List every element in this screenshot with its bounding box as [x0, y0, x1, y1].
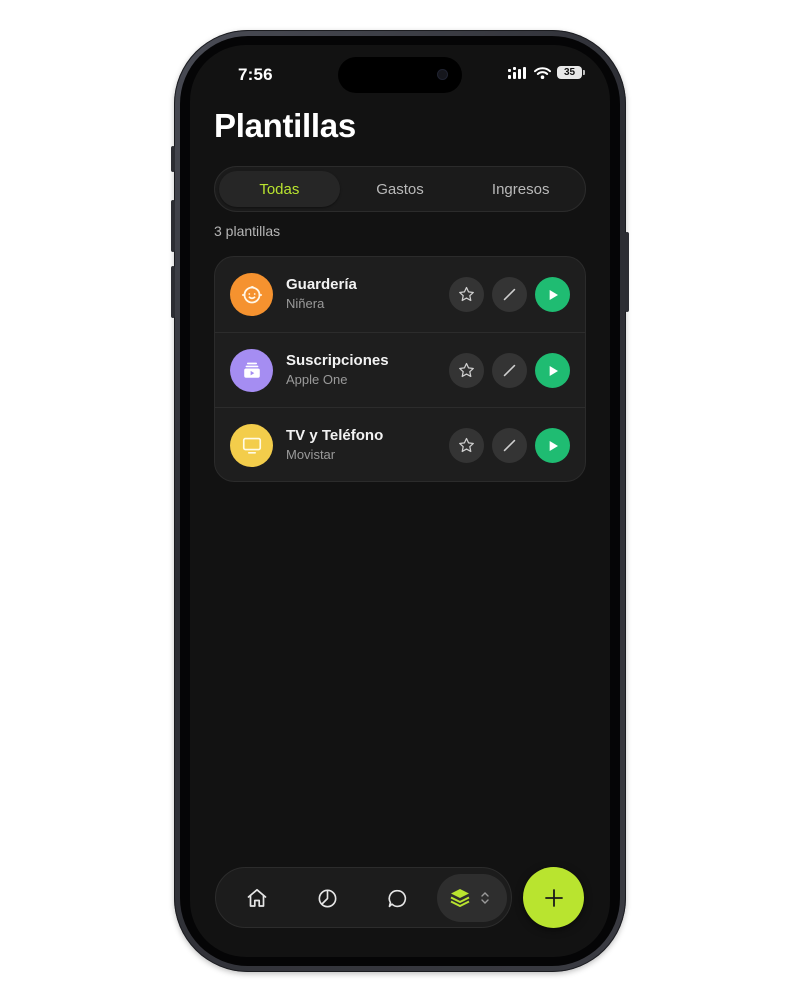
pencil-icon	[503, 439, 516, 452]
chevron-updown-icon	[481, 892, 489, 904]
baby-icon	[230, 273, 273, 316]
template-subtitle: Movistar	[286, 447, 336, 462]
row-text: Suscripciones Apple One	[286, 352, 389, 389]
list-item[interactable]: TV y Teléfono Movistar	[215, 407, 585, 481]
tab-todas[interactable]: Todas	[219, 171, 340, 207]
list-item[interactable]: Suscripciones Apple One	[215, 332, 585, 407]
power-button	[625, 232, 629, 312]
edit-button[interactable]	[492, 277, 527, 312]
edit-button[interactable]	[492, 428, 527, 463]
nav-home[interactable]	[237, 878, 277, 918]
layers-icon	[450, 889, 470, 907]
play-icon	[549, 289, 558, 300]
run-template-button[interactable]	[535, 277, 570, 312]
favorite-button[interactable]	[449, 277, 484, 312]
subscription-icon	[230, 348, 273, 392]
row-actions	[449, 277, 570, 312]
nav-stats[interactable]	[307, 878, 347, 918]
home-icon	[247, 888, 267, 907]
run-template-button[interactable]	[535, 353, 570, 388]
tab-ingresos[interactable]: Ingresos	[460, 171, 581, 207]
tab-gastos[interactable]: Gastos	[340, 171, 461, 207]
template-title: Suscripciones	[286, 352, 389, 369]
star-icon	[459, 437, 474, 453]
filter-segmented-control: Todas Gastos Ingresos	[214, 166, 586, 212]
volume-up-button	[171, 200, 175, 252]
wifi-icon	[534, 66, 551, 79]
bottom-nav	[215, 867, 512, 928]
tv-icon	[230, 423, 273, 467]
edit-button[interactable]	[492, 353, 527, 388]
star-icon	[459, 362, 474, 378]
row-text: Guardería Niñera	[286, 276, 357, 313]
row-actions	[449, 428, 570, 463]
list-item[interactable]: Guardería Niñera	[215, 257, 585, 332]
page-title: Plantillas	[214, 107, 356, 144]
camera-icon	[437, 69, 448, 80]
play-icon	[549, 440, 558, 451]
run-template-button[interactable]	[535, 428, 570, 463]
template-subtitle: Niñera	[286, 296, 325, 311]
add-template-button[interactable]	[523, 867, 584, 928]
favorite-button[interactable]	[449, 353, 484, 388]
row-text: TV y Teléfono Movistar	[286, 427, 383, 464]
template-title: Guardería	[286, 276, 357, 293]
plus-icon	[544, 888, 563, 907]
chart-icon	[318, 889, 336, 907]
volume-down-button	[171, 266, 175, 318]
play-icon	[549, 365, 558, 376]
template-count: 3 plantillas	[214, 223, 281, 239]
screen: 7:56 35 Plantillas Todas Gastos Ingresos…	[190, 45, 610, 957]
chat-icon	[387, 889, 406, 907]
template-list: Guardería Niñera Suscripciones Apple One…	[214, 256, 586, 482]
stage: 7:56 35 Plantillas Todas Gastos Ingresos…	[0, 0, 800, 1000]
template-title: TV y Teléfono	[286, 427, 384, 444]
battery-indicator: 35	[557, 66, 585, 79]
favorite-button[interactable]	[449, 428, 484, 463]
template-subtitle: Apple One	[286, 372, 348, 387]
star-icon	[459, 286, 474, 302]
signal-icon	[508, 66, 526, 79]
pencil-icon	[503, 364, 516, 377]
nav-templates[interactable]	[437, 874, 507, 922]
pencil-icon	[503, 288, 516, 301]
status-indicators: 35	[508, 66, 585, 79]
status-time: 7:56	[238, 65, 273, 84]
nav-chat[interactable]	[377, 878, 417, 918]
row-actions	[449, 353, 570, 388]
action-button	[171, 146, 175, 172]
dynamic-island	[338, 57, 462, 93]
